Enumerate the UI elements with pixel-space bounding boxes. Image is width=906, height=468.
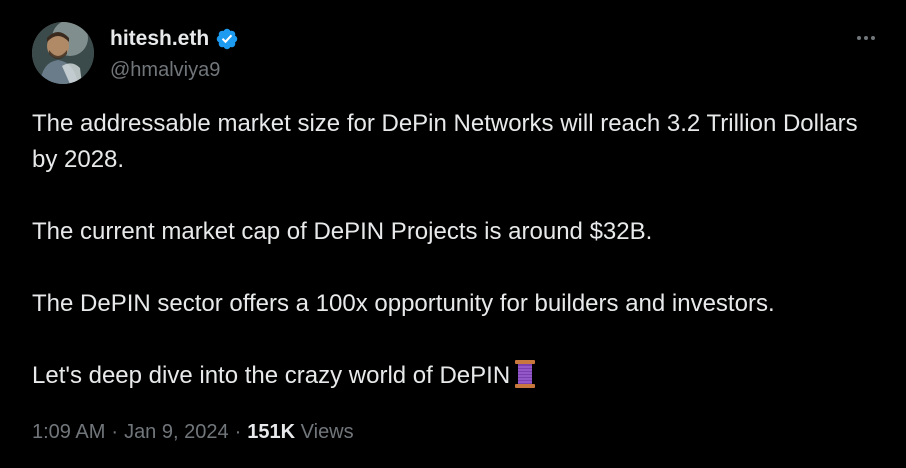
avatar-image <box>32 22 94 84</box>
separator: · <box>111 421 119 443</box>
more-dot-icon <box>857 36 861 40</box>
tweet-time[interactable]: 1:09 AM <box>32 421 105 443</box>
tweet-paragraph: The DePIN sector offers a 100x opportuni… <box>32 290 775 317</box>
tweet-text: The addressable market size for DePin Ne… <box>32 106 872 400</box>
author-display-name[interactable]: hitesh.eth <box>110 25 209 53</box>
tweet-paragraph: The addressable market size for DePin Ne… <box>32 110 858 173</box>
separator: · <box>234 421 242 443</box>
tweet-date[interactable]: Jan 9, 2024 <box>124 421 229 443</box>
tweet-card: hitesh.eth @hmalviya9 The addressable ma… <box>0 0 906 468</box>
views-count: 151K <box>247 421 296 443</box>
tweet-meta: 1:09 AM · Jan 9, 2024 · 151K Views <box>32 418 354 446</box>
avatar[interactable] <box>32 22 94 84</box>
tweet-paragraph-last: Let's deep dive into the crazy world of … <box>32 358 872 400</box>
more-dot-icon <box>871 36 875 40</box>
author-handle[interactable]: @hmalviya9 <box>110 56 220 84</box>
tweet-paragraph: The current market cap of DePIN Projects… <box>32 218 653 245</box>
views-label: Views <box>300 421 354 443</box>
more-options-button[interactable] <box>852 26 880 50</box>
verified-badge-icon[interactable] <box>215 27 239 51</box>
thread-spool-icon <box>512 359 538 400</box>
more-dot-icon <box>864 36 868 40</box>
tweet-paragraph-text: Let's deep dive into the crazy world of … <box>32 362 511 389</box>
author-name-row: hitesh.eth <box>110 25 239 53</box>
